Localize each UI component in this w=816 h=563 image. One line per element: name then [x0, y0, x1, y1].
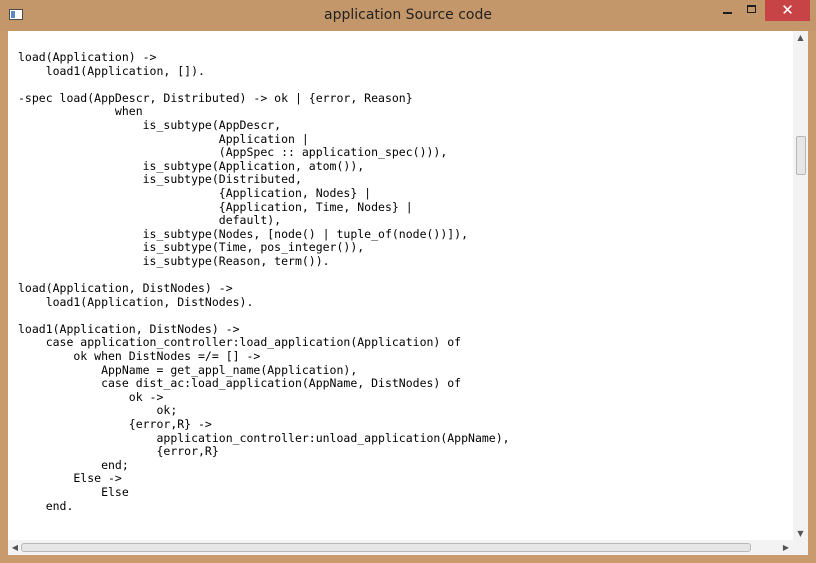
minimize-button[interactable] — [714, 0, 741, 21]
code-line: is_subtype(Time, pos_integer()), — [18, 240, 365, 255]
scroll-down-arrow-icon[interactable]: ▼ — [793, 528, 808, 540]
code-line: case dist_ac:load_application(AppName, D… — [18, 376, 462, 391]
maximize-button[interactable] — [741, 0, 764, 21]
code-line: {Application, Time, Nodes} | — [18, 199, 413, 214]
vertical-scroll-thumb[interactable] — [796, 136, 806, 175]
code-line: is_subtype(Nodes, [node() | tuple_of(nod… — [18, 226, 469, 241]
code-line: -spec load(AppDescr, Distributed) -> ok … — [18, 90, 413, 105]
code-line: is_subtype(AppDescr, — [18, 117, 282, 132]
code-line: end; — [18, 457, 129, 472]
source-code-editor[interactable]: load(Application) -> load1(Application, … — [8, 31, 808, 555]
scroll-left-arrow-icon[interactable]: ◀ — [9, 540, 21, 555]
code-line: is_subtype(Application, atom()), — [18, 158, 365, 173]
scroll-up-arrow-icon[interactable]: ▲ — [793, 32, 808, 44]
code-text[interactable]: load(Application) -> load1(Application, … — [18, 50, 510, 513]
code-line: ok; — [18, 403, 178, 418]
close-button[interactable]: ✕ — [765, 0, 810, 21]
code-line: load1(Application, DistNodes). — [18, 294, 254, 309]
code-line: Else -> — [18, 471, 122, 486]
code-line: load(Application, DistNodes) -> — [18, 281, 233, 296]
horizontal-scrollbar[interactable]: ◀ ▶ — [8, 540, 793, 555]
code-line: (AppSpec :: application_spec())), — [18, 145, 448, 160]
code-line: application_controller:unload_applicatio… — [18, 430, 510, 445]
code-line: case application_controller:load_applica… — [18, 335, 462, 350]
scroll-right-arrow-icon[interactable]: ▶ — [780, 540, 792, 555]
code-line: {Application, Nodes} | — [18, 185, 372, 200]
code-line: {error,R} -> — [18, 417, 212, 432]
code-line: when — [18, 104, 143, 119]
scrollbar-corner — [793, 540, 808, 555]
close-icon: ✕ — [781, 1, 794, 19]
minimize-icon — [723, 12, 732, 14]
vertical-scrollbar[interactable]: ▲ ▼ — [793, 31, 808, 540]
code-line: AppName = get_appl_name(Application), — [18, 362, 358, 377]
code-line: load1(Application, DistNodes) -> — [18, 321, 240, 336]
code-line: load(Application) -> — [18, 50, 157, 64]
window-title: application Source code — [324, 7, 492, 23]
code-line: ok -> — [18, 389, 164, 404]
horizontal-scroll-thumb[interactable] — [21, 543, 751, 552]
code-line: is_subtype(Reason, term()). — [18, 253, 330, 268]
code-line: load1(Application, []). — [18, 63, 205, 78]
code-line: ok when DistNodes =/= [] -> — [18, 349, 261, 364]
maximize-icon — [747, 5, 756, 13]
title-bar: application Source code ✕ — [0, 0, 816, 31]
code-line: end. — [18, 498, 74, 513]
code-line: {error,R} — [18, 444, 219, 459]
code-line: Application | — [18, 131, 309, 146]
code-line: Else — [18, 485, 129, 499]
code-line: is_subtype(Distributed, — [18, 172, 302, 187]
code-line: default), — [18, 213, 282, 228]
